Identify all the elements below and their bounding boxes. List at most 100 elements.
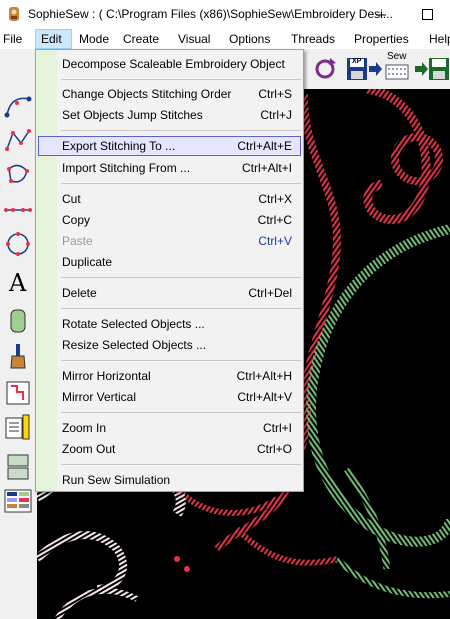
properties-tool-button[interactable] xyxy=(3,412,33,442)
curve-tool-button[interactable] xyxy=(3,91,33,121)
sew-button[interactable]: Sew xyxy=(384,51,412,83)
menu-item-label: Mirror Horizontal xyxy=(62,369,151,383)
menu-item-export-stitching[interactable]: Export Stitching To ... Ctrl+Alt+E xyxy=(38,136,301,156)
menu-edit[interactable]: Edit xyxy=(35,29,72,49)
menu-item-shortcut: Ctrl+Del xyxy=(248,286,292,300)
menu-file[interactable]: File xyxy=(0,29,27,49)
menu-separator xyxy=(61,130,301,131)
rotate-tool-button[interactable] xyxy=(310,55,340,83)
menu-item-decompose[interactable]: Decompose Scaleable Embroidery Object xyxy=(38,54,301,74)
menu-item-label: Resize Selected Objects ... xyxy=(62,338,207,352)
menu-item-shortcut: Ctrl+J xyxy=(260,108,292,122)
menu-item-shortcut: Ctrl+Alt+H xyxy=(236,369,292,383)
menu-separator xyxy=(61,308,301,309)
floppy-export-icon xyxy=(347,58,382,80)
minimize-button[interactable] xyxy=(358,0,404,29)
menu-create[interactable]: Create xyxy=(118,29,164,49)
menu-item-import-stitching[interactable]: Import Stitching From ... Ctrl+Alt+I xyxy=(38,158,301,178)
sew-label: Sew xyxy=(387,51,407,62)
menu-item-label: Copy xyxy=(62,213,91,227)
menu-properties[interactable]: Properties xyxy=(349,29,414,49)
menu-item-cut[interactable]: Cut Ctrl+X xyxy=(38,189,301,209)
satin-column-icon xyxy=(10,309,26,333)
export-xp-button[interactable]: XP xyxy=(345,55,383,83)
menu-item-resize[interactable]: Resize Selected Objects ... xyxy=(38,335,301,355)
menu-item-label: Import Stitching From ... xyxy=(62,161,191,175)
menu-item-paste[interactable]: Paste Ctrl+V xyxy=(38,231,301,251)
edit-menu-dropdown: Decompose Scaleable Embroidery Object Ch… xyxy=(35,49,304,492)
polyline-icon xyxy=(5,129,31,151)
menu-separator xyxy=(61,277,301,278)
menu-item-zoom-in[interactable]: Zoom In Ctrl+I xyxy=(38,418,301,438)
satin-tool-button[interactable] xyxy=(3,306,33,336)
menu-item-shortcut: Ctrl+Alt+V xyxy=(237,390,292,404)
closed-shape-tool-button[interactable] xyxy=(3,159,33,189)
menu-item-rotate[interactable]: Rotate Selected Objects ... xyxy=(38,314,301,334)
menu-item-jump-stitches[interactable]: Set Objects Jump Stitches Ctrl+J xyxy=(38,105,301,125)
menu-visual[interactable]: Visual xyxy=(173,29,215,49)
menu-item-change-order[interactable]: Change Objects Stitching Order Ctrl+S xyxy=(38,84,301,104)
menu-item-delete[interactable]: Delete Ctrl+Del xyxy=(38,283,301,303)
menu-item-shortcut: Ctrl+S xyxy=(258,87,292,101)
menu-item-shortcut: Ctrl+O xyxy=(256,442,292,456)
menu-item-zoom-out[interactable]: Zoom Out Ctrl+O xyxy=(38,439,301,459)
text-tool-button[interactable]: A xyxy=(3,269,33,299)
split-view-icon xyxy=(7,454,29,480)
minimize-icon xyxy=(376,14,386,16)
menu-item-label: Decompose Scaleable Embroidery Object xyxy=(62,57,285,71)
menu-item-label: Rotate Selected Objects ... xyxy=(62,317,205,331)
menu-item-label: Mirror Vertical xyxy=(62,390,137,404)
color-palette-icon xyxy=(4,489,32,513)
menu-separator xyxy=(61,464,301,465)
thread-colors-button[interactable] xyxy=(3,486,33,516)
polyline-tool-button[interactable] xyxy=(3,125,33,155)
menu-item-label: Run Sew Simulation xyxy=(62,473,171,487)
sophiesew-app-icon xyxy=(9,7,19,21)
import-button[interactable] xyxy=(414,55,450,83)
menu-separator xyxy=(61,183,301,184)
menu-item-shortcut: Ctrl+X xyxy=(258,192,292,206)
straight-line-icon xyxy=(4,208,32,212)
fill-tool-button[interactable] xyxy=(3,342,33,372)
window-title: SophieSew : ( C:\Program Files (x86)\Sop… xyxy=(28,7,393,21)
menu-item-duplicate[interactable]: Duplicate xyxy=(38,252,301,272)
menu-item-mirror-horizontal[interactable]: Mirror Horizontal Ctrl+Alt+H xyxy=(38,366,301,386)
menu-threads[interactable]: Threads xyxy=(286,29,340,49)
menu-item-label: Set Objects Jump Stitches xyxy=(62,108,203,122)
menu-item-copy[interactable]: Copy Ctrl+C xyxy=(38,210,301,230)
menu-item-label: Export Stitching To ... xyxy=(62,139,176,153)
menu-item-label: Delete xyxy=(62,286,97,300)
rotate-icon xyxy=(315,58,336,79)
menu-item-shortcut: Ctrl+Alt+E xyxy=(237,139,292,153)
menu-item-shortcut: Ctrl+C xyxy=(257,213,292,227)
line-tool-button[interactable] xyxy=(3,195,33,225)
menu-separator xyxy=(61,412,301,413)
closed-curve-icon xyxy=(7,164,29,183)
maximize-icon xyxy=(422,9,433,20)
menu-item-label: Cut xyxy=(62,192,81,206)
menu-item-mirror-vertical[interactable]: Mirror Vertical Ctrl+Alt+V xyxy=(38,387,301,407)
text-tool-icon: A xyxy=(9,269,27,297)
menu-item-label: Duplicate xyxy=(62,255,113,269)
left-toolbar: A xyxy=(0,89,37,619)
paint-brush-icon xyxy=(10,344,26,369)
menu-mode[interactable]: Mode xyxy=(74,29,114,49)
bezier-curve-icon xyxy=(4,96,32,118)
circle-icon xyxy=(6,232,30,256)
menu-separator xyxy=(61,360,301,361)
layout-tool-button[interactable] xyxy=(3,452,33,482)
menu-options[interactable]: Options xyxy=(224,29,275,49)
xp-label: XP xyxy=(352,58,362,65)
title-bar: SophieSew : ( C:\Program Files (x86)\Sop… xyxy=(0,0,450,29)
circle-tool-button[interactable] xyxy=(3,229,33,259)
menu-help[interactable]: Help xyxy=(424,29,450,49)
menu-item-shortcut: Ctrl+V xyxy=(258,234,292,248)
maximize-button[interactable] xyxy=(404,0,450,29)
stitch-path-tool-button[interactable] xyxy=(3,378,33,408)
menu-separator xyxy=(61,79,301,80)
floppy-import-icon xyxy=(415,58,449,80)
menu-item-label: Zoom In xyxy=(62,421,107,435)
menu-item-sew-simulation[interactable]: Run Sew Simulation xyxy=(38,470,301,490)
menu-item-label: Change Objects Stitching Order xyxy=(62,87,232,101)
stitch-path-icon xyxy=(6,381,30,405)
